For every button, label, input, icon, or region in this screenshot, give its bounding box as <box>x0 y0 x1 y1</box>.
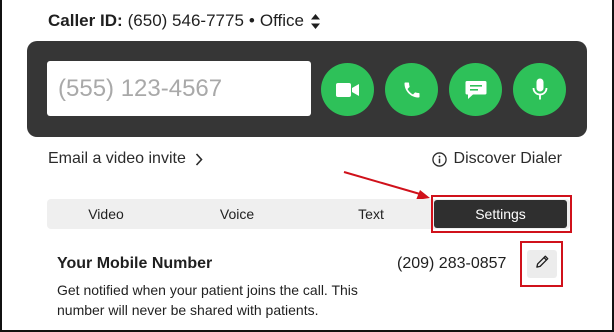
tab-voice[interactable]: Voice <box>165 199 309 229</box>
chevron-right-icon <box>195 152 203 166</box>
mobile-number-description: Get notified when your patient joins the… <box>57 282 358 318</box>
microphone-button[interactable] <box>513 63 566 116</box>
phone-icon <box>402 80 422 100</box>
dialer-bar <box>27 41 587 137</box>
annotation-highlight-edit <box>520 241 563 287</box>
video-call-button[interactable] <box>321 63 374 116</box>
tab-text[interactable]: Text <box>309 199 433 229</box>
annotation-arrow <box>343 171 430 200</box>
mobile-number-title: Your Mobile Number <box>57 255 213 272</box>
voice-call-button[interactable] <box>385 63 438 116</box>
caller-id-line-name: Office <box>259 11 304 30</box>
screen-frame: Caller ID: (650) 546-7775 • Office (555)… <box>0 0 614 332</box>
email-invite-label: Email a video invite <box>48 150 186 167</box>
chat-bubble-icon <box>465 80 487 100</box>
microphone-icon <box>532 78 548 102</box>
annotation-highlight-settings <box>431 195 572 233</box>
tab-video[interactable]: Video <box>47 199 165 229</box>
video-camera-icon <box>335 82 360 98</box>
discover-dialer-link[interactable]: Discover Dialer <box>431 149 562 169</box>
sort-updown-icon <box>310 13 320 29</box>
mobile-number-value: (209) 283-0857 <box>397 255 507 272</box>
caller-id-label: Caller ID: <box>48 11 123 30</box>
caller-id-number: (650) 546-7775 <box>127 11 244 30</box>
caller-id-selector[interactable]: Caller ID: (650) 546-7775 • Office <box>48 10 320 32</box>
discover-dialer-label: Discover Dialer <box>453 150 562 167</box>
phone-number-input[interactable] <box>47 61 311 116</box>
message-button[interactable] <box>449 63 502 116</box>
info-icon <box>431 151 447 167</box>
caller-id-separator: • <box>248 11 255 30</box>
email-video-invite-link[interactable]: Email a video invite <box>48 149 203 169</box>
